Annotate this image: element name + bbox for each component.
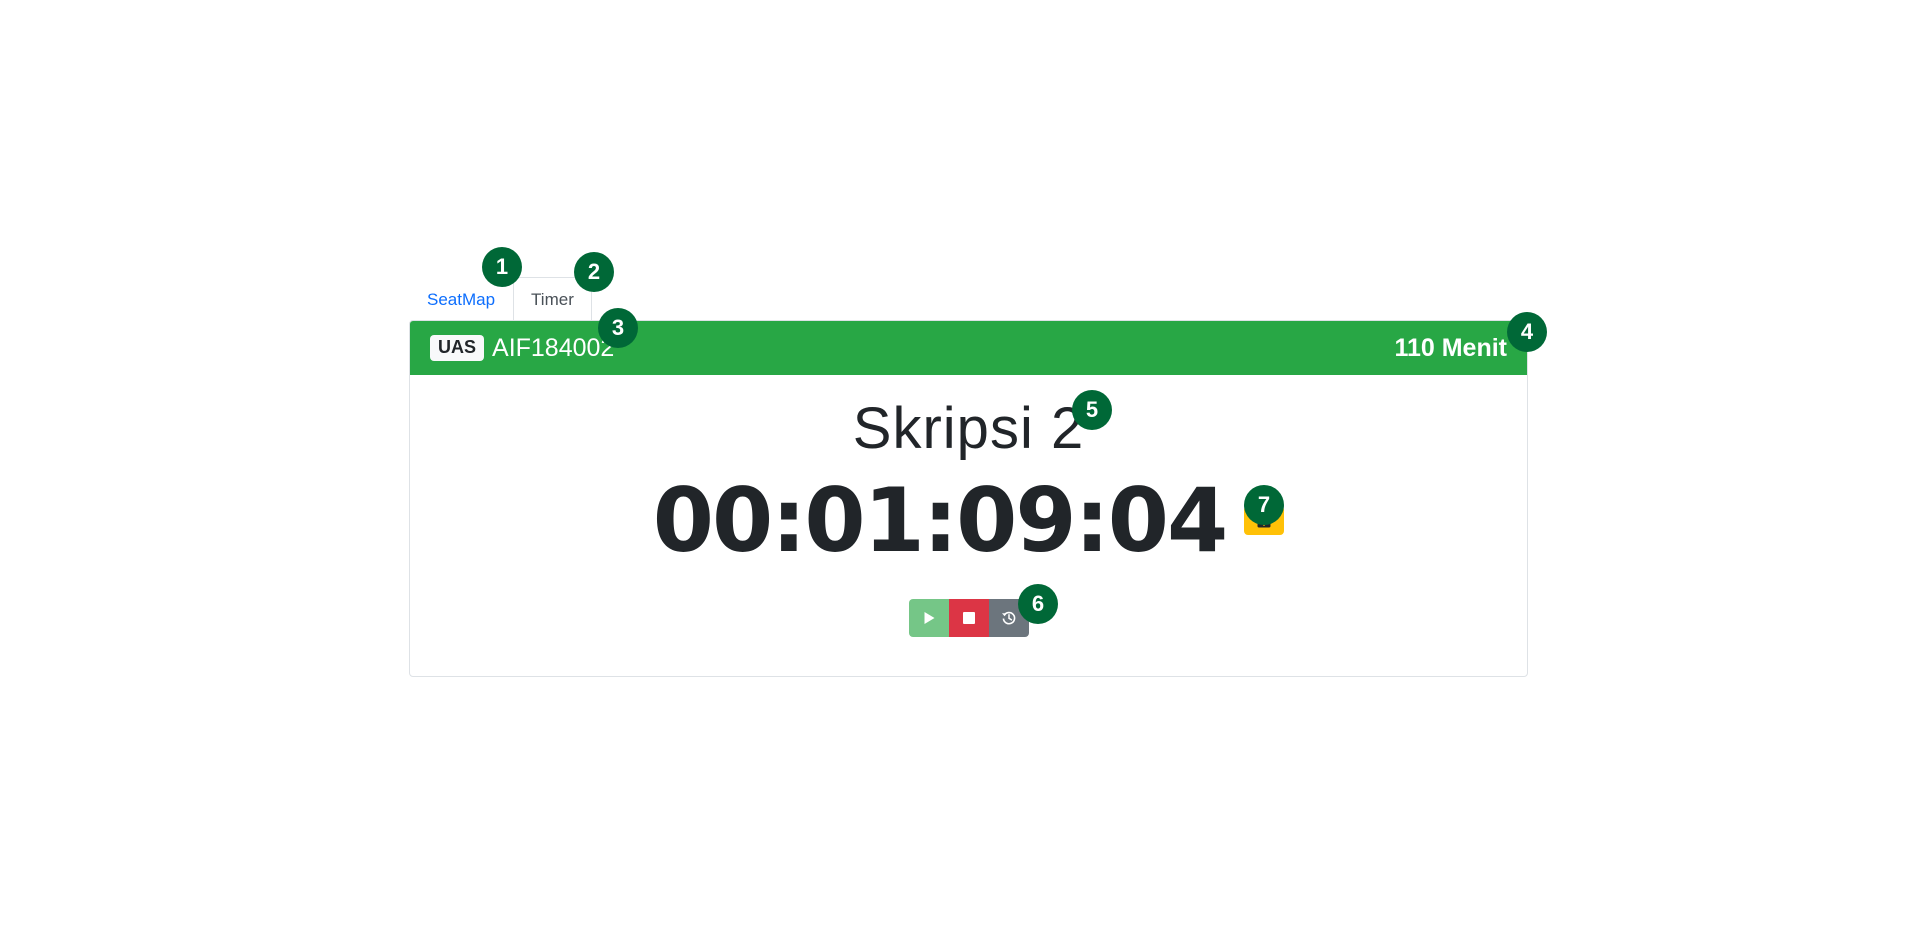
stop-icon bbox=[962, 611, 975, 624]
exam-duration: 110 Menit bbox=[1394, 333, 1507, 362]
annotation-marker-6: 6 bbox=[1018, 584, 1058, 624]
annotation-marker-3: 3 bbox=[598, 308, 638, 348]
annotation-marker-7: 7 bbox=[1244, 485, 1284, 525]
course-code: AIF184002 bbox=[492, 333, 615, 362]
timer-row: 00:01:09:04 bbox=[410, 469, 1527, 573]
subject-title: Skripsi 2 bbox=[852, 396, 1085, 461]
stop-button[interactable] bbox=[948, 598, 989, 637]
exam-timer-card: UAS AIF184002 110 Menit Skripsi 2 00:01:… bbox=[409, 320, 1528, 677]
timer-controls bbox=[908, 598, 1029, 637]
annotation-marker-1: 1 bbox=[482, 247, 522, 287]
countdown-timer: 00:01:09:04 bbox=[652, 468, 1228, 572]
play-icon bbox=[924, 611, 934, 624]
card-body: Skripsi 2 00:01:09:04 bbox=[410, 397, 1527, 637]
annotation-marker-5: 5 bbox=[1072, 390, 1112, 430]
card-header: UAS AIF184002 110 Menit bbox=[410, 321, 1527, 375]
annotation-marker-2: 2 bbox=[574, 252, 614, 292]
play-button[interactable] bbox=[908, 598, 949, 637]
exam-identity: UAS AIF184002 bbox=[430, 334, 614, 363]
history-icon bbox=[1001, 611, 1015, 625]
annotation-marker-4: 4 bbox=[1507, 312, 1547, 352]
exam-type-badge: UAS bbox=[430, 335, 485, 361]
